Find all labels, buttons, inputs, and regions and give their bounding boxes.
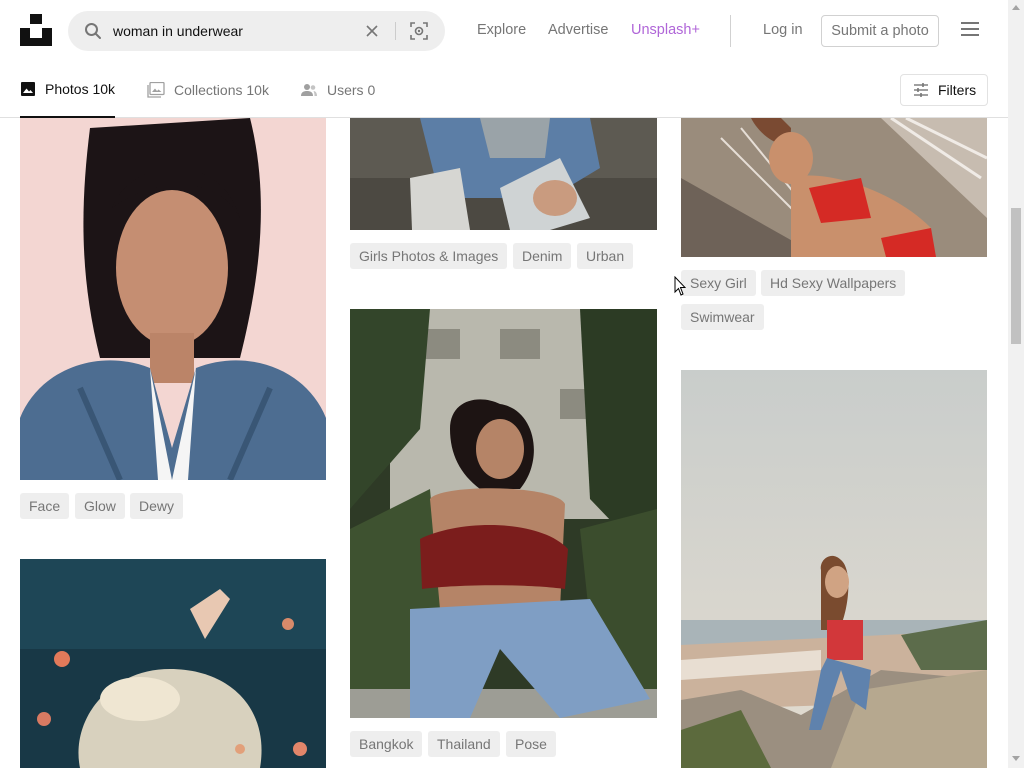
mouse-cursor-icon — [674, 276, 686, 296]
tag-chip[interactable]: Hd Sexy Wallpapers — [761, 270, 906, 296]
scrollbar-thumb[interactable] — [1011, 208, 1021, 344]
tag-chip[interactable]: Glow — [75, 493, 125, 519]
photo-card[interactable] — [20, 118, 326, 480]
photo-icon — [21, 82, 35, 96]
search-tabs: Photos 10k Collections 10k Users 0 Filte… — [0, 62, 1008, 118]
page-scrollbar[interactable] — [1008, 0, 1024, 768]
clear-icon[interactable] — [364, 23, 380, 39]
collections-icon — [147, 82, 165, 98]
tag-chip[interactable]: Urban — [577, 243, 634, 269]
tag-chip[interactable]: Denim — [513, 243, 572, 269]
scroll-up-arrow-icon[interactable] — [1012, 5, 1020, 10]
photo-card[interactable] — [350, 309, 657, 718]
scroll-down-arrow-icon[interactable] — [1012, 756, 1020, 761]
tab-collections[interactable]: Collections 10k — [147, 62, 269, 118]
photo-card[interactable] — [681, 118, 987, 257]
hamburger-menu-icon[interactable] — [961, 22, 981, 40]
visual-search-icon[interactable] — [409, 21, 429, 41]
filters-icon — [914, 83, 928, 97]
photo-woman-rocks-coastal-town — [681, 370, 987, 768]
photo-person-denim-ripped-jeans — [350, 118, 657, 230]
top-navbar: Explore Advertise Unsplash+ Log in Submi… — [0, 0, 1008, 62]
filters-button[interactable]: Filters — [900, 74, 988, 106]
search-input[interactable] — [113, 11, 353, 51]
photo-card[interactable] — [20, 559, 326, 768]
photo-woman-floating-water — [20, 559, 326, 768]
tag-chip[interactable]: Girls Photos & Images — [350, 243, 508, 269]
tag-chip[interactable]: Sexy Girl — [681, 270, 756, 296]
tab-photos[interactable]: Photos 10k — [20, 62, 116, 118]
search-divider — [395, 22, 396, 40]
login-link[interactable]: Log in — [763, 22, 803, 38]
filters-label: Filters — [938, 82, 977, 98]
nav-unsplash-plus[interactable]: Unsplash+ — [631, 22, 700, 38]
photo-woman-denim-jacket — [20, 118, 326, 480]
nav-divider — [730, 15, 731, 47]
tag-chip[interactable]: Pose — [506, 731, 556, 757]
nav-advertise[interactable]: Advertise — [548, 22, 608, 38]
photo-woman-palms-red-top — [350, 309, 657, 718]
photo-card[interactable] — [681, 370, 987, 768]
search-bar[interactable] — [68, 11, 445, 51]
tag-chip[interactable]: Dewy — [130, 493, 184, 519]
tag-chip[interactable]: Swimwear — [681, 304, 764, 330]
tab-photos-label: Photos 10k — [45, 81, 116, 97]
users-icon — [301, 84, 317, 96]
tab-users-label: Users 0 — [327, 82, 376, 98]
tab-users[interactable]: Users 0 — [300, 62, 375, 118]
submit-photo-button[interactable]: Submit a photo — [821, 15, 939, 47]
tag-chip[interactable]: Bangkok — [350, 731, 423, 757]
nav-explore[interactable]: Explore — [477, 22, 526, 38]
tag-chip[interactable]: Thailand — [428, 731, 500, 757]
photo-card[interactable] — [350, 118, 657, 230]
unsplash-logo-icon[interactable] — [20, 14, 52, 46]
search-icon[interactable] — [84, 22, 102, 40]
photo-woman-hammock-red-bikini — [681, 118, 987, 257]
tab-collections-label: Collections 10k — [174, 82, 269, 98]
tag-chip[interactable]: Face — [20, 493, 70, 519]
